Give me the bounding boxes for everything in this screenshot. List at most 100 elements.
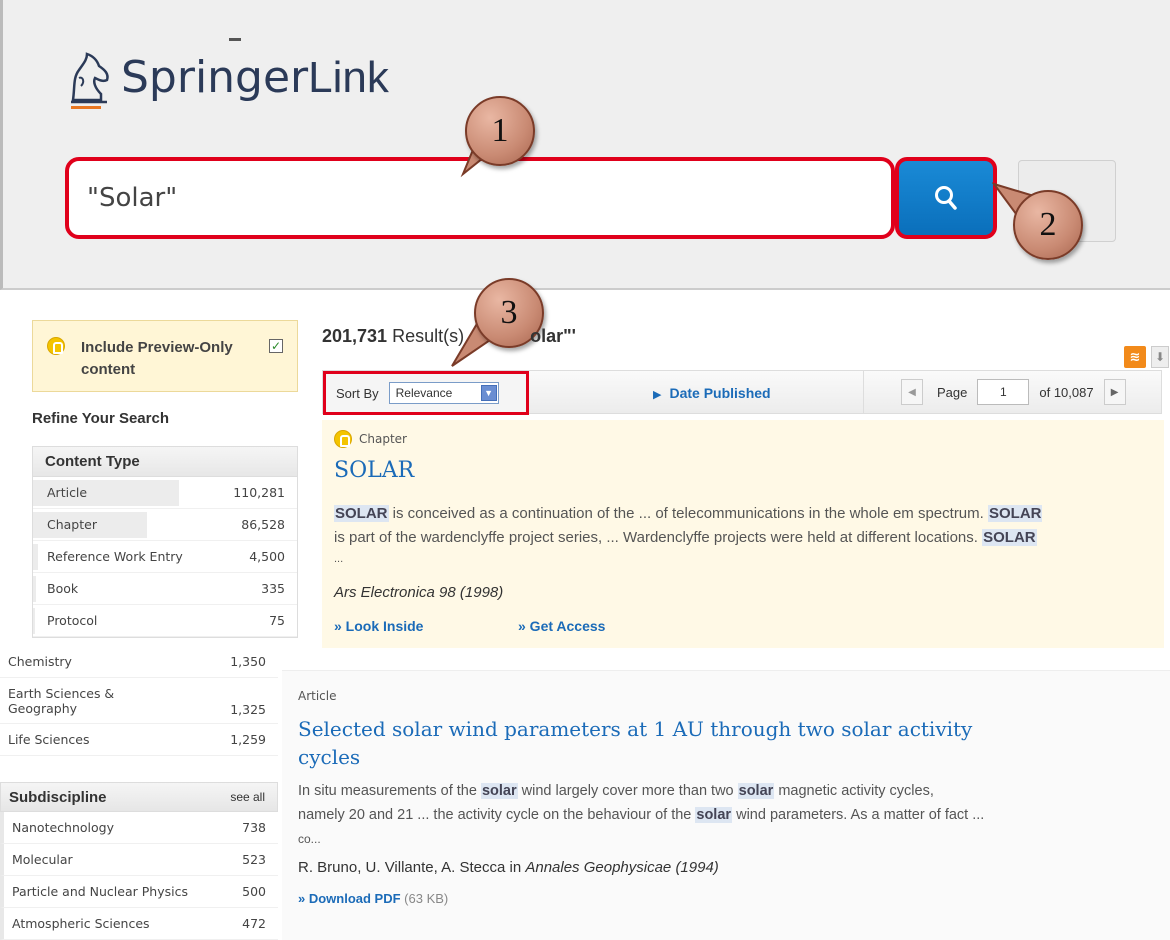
subdiscipline-title: Subdiscipline — [9, 788, 107, 806]
snippet-highlight: solar — [480, 783, 518, 799]
horse-logo-icon — [71, 52, 109, 104]
facet-row[interactable]: Book 335 — [33, 573, 297, 605]
brand-link: Link — [308, 52, 389, 102]
snippet-text: magnetic activity cycles, — [774, 783, 934, 799]
content-type-facet: Content Type Article 110,281 Chapter 86,528… — [32, 446, 298, 638]
facet-count: 110,281 — [233, 485, 285, 500]
content-type-title: Content Type — [33, 447, 297, 477]
facet-row[interactable]: Article 110,281 — [33, 477, 297, 509]
look-inside-link[interactable]: » Look Inside — [334, 618, 423, 634]
facet-label: Earth Sciences & Geography — [8, 685, 115, 716]
authors-text: R. Bruno, U. Villante, A. Stecca in — [298, 859, 526, 876]
result-title-line: cycles — [298, 745, 361, 769]
preview-only-toggle[interactable]: Include Preview-Only content ✓ — [32, 320, 298, 392]
facet-count: 335 — [261, 581, 285, 596]
facet-count: 472 — [242, 916, 266, 931]
page-input[interactable]: 1 — [977, 379, 1030, 405]
subdiscipline-facet: Subdiscipline see all Nanotechnology 738 M… — [0, 782, 278, 940]
result-type: Chapter — [359, 432, 407, 446]
rss-icon[interactable]: ≋ — [1124, 346, 1146, 368]
snippet-text: wind largely cover more than two — [517, 783, 738, 799]
result-title[interactable]: SOLAR — [334, 458, 414, 483]
next-page-button[interactable]: ▶ — [1103, 379, 1126, 405]
facet-label: Molecular — [12, 852, 73, 867]
facet-count: 500 — [242, 884, 266, 899]
prev-page-button[interactable]: ◀ — [901, 379, 923, 405]
facet-row[interactable]: Chapter 86,528 — [33, 509, 297, 541]
logo-underline — [71, 106, 101, 109]
facet-count: 1,259 — [230, 732, 266, 747]
facet-row[interactable]: Earth Sciences & Geography 1,325 — [0, 678, 278, 724]
sort-select-value: Relevance — [395, 386, 453, 400]
snippet-text: is part of the wardenclyffe project seri… — [334, 529, 983, 546]
facet-row[interactable]: Atmospheric Sciences 472 — [0, 908, 278, 940]
snippet-highlight: SOLAR — [987, 505, 1043, 522]
facet-count: 523 — [242, 852, 266, 867]
facet-count: 4,500 — [249, 549, 285, 564]
snippet-highlight: solar — [695, 807, 733, 823]
result-authors: R. Bruno, U. Villante, A. Stecca in Anna… — [298, 859, 719, 876]
journal-name: Annales Geophysicae (1994) — [525, 859, 719, 876]
facet-count: 86,528 — [241, 517, 285, 532]
facet-label: Reference Work Entry — [47, 549, 183, 564]
sort-by-control[interactable]: Sort By Relevance ▼ — [323, 371, 529, 415]
brand-springer: Springer — [121, 51, 309, 103]
lock-icon — [334, 430, 352, 448]
snippet-text: wind parameters. As a matter of fact ... — [732, 807, 985, 823]
result-snippet: SOLAR is conceived as a continuation of … — [334, 502, 1154, 568]
date-published-toggle[interactable]: ▶ Date Published — [653, 385, 771, 401]
facet-row[interactable]: Particle and Nuclear Physics 500 — [0, 876, 278, 908]
facet-label: Nanotechnology — [12, 820, 114, 835]
results-label: Result(s) — [392, 326, 465, 346]
sort-toolbar: Sort By Relevance ▼ ▶ Date Published ◀ Pa… — [322, 370, 1162, 415]
preview-only-checkbox[interactable]: ✓ — [269, 339, 283, 353]
result-snippet: In situ measurements of the solar wind l… — [298, 779, 1158, 851]
facet-label: Article — [47, 485, 88, 500]
snippet-text: In situ measurements of the — [298, 783, 481, 799]
date-published-label: Date Published — [669, 385, 771, 401]
result-title[interactable]: Selected solar wind parameters at 1 AU t… — [298, 715, 1158, 771]
logo-dash — [229, 38, 241, 41]
facet-row[interactable]: Molecular 523 — [0, 844, 278, 876]
search-button[interactable] — [895, 157, 997, 239]
facet-row[interactable]: Life Sciences 1,259 — [0, 724, 278, 756]
subdiscipline-head: Subdiscipline see all — [0, 782, 278, 812]
see-all-link[interactable]: see all — [230, 790, 265, 804]
result-source: Ars Electronica 98 (1998) — [334, 584, 504, 601]
results-count: 201,731 Result(s) olar"' — [322, 326, 576, 347]
sort-by-label: Sort By — [336, 385, 379, 401]
search-icon — [935, 186, 957, 210]
facet-count: 738 — [242, 820, 266, 835]
snippet-ellipsis: ... — [334, 553, 344, 565]
facet-label: Life Sciences — [8, 732, 90, 747]
sort-select[interactable]: Relevance ▼ — [388, 382, 499, 404]
facet-row[interactable]: Nanotechnology 738 — [0, 812, 278, 844]
snippet-highlight: SOLAR — [982, 529, 1037, 546]
facet-row[interactable]: Protocol 75 — [33, 605, 297, 637]
result-type: Article — [298, 689, 337, 703]
pdf-size: (63 KB) — [400, 891, 449, 906]
snippet-text: is conceived as a continuation of the ..… — [388, 505, 988, 522]
preview-only-label: Include Preview-Only content — [81, 339, 233, 378]
callout-1: 1 — [465, 96, 535, 166]
snippet-ellipsis: co... — [298, 832, 321, 846]
get-access-link[interactable]: » Get Access — [518, 618, 605, 634]
download-icon[interactable]: ⬇ — [1151, 346, 1169, 368]
springer-link-logo[interactable]: SpringerLink — [65, 48, 389, 106]
download-pdf-link[interactable]: » Download PDF — [298, 891, 401, 906]
page-label: Page — [937, 384, 968, 400]
results-number: 201,731 — [322, 326, 388, 346]
toolbar-divider — [863, 371, 864, 413]
refine-title: Refine Your Search — [32, 410, 169, 427]
discipline-facet: Chemistry 1,350 Earth Sciences & Geography… — [0, 646, 278, 756]
search-input[interactable] — [87, 183, 891, 213]
chevron-down-icon: ▼ — [480, 385, 497, 401]
facet-label: Chemistry — [8, 654, 72, 669]
facet-count: 1,350 — [230, 654, 266, 669]
result-item: Chapter SOLAR SOLAR is conceived as a co… — [322, 420, 1164, 648]
facet-label: Atmospheric Sciences — [12, 916, 150, 931]
facet-row[interactable]: Reference Work Entry 4,500 — [33, 541, 297, 573]
facet-share-bar — [33, 576, 36, 602]
facet-label: Particle and Nuclear Physics — [12, 884, 188, 899]
facet-row[interactable]: Chemistry 1,350 — [0, 646, 278, 678]
